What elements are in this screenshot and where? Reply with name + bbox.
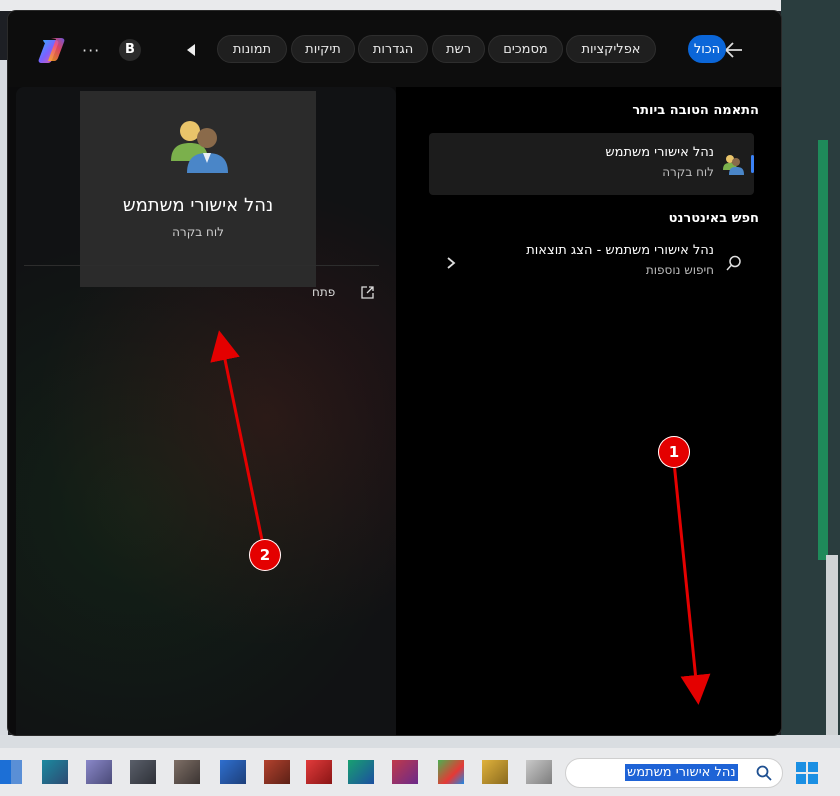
web-result-title: נהל אישורי משתמש - הצג תוצאות: [526, 243, 714, 258]
search-icon: [756, 765, 772, 781]
taskbar: נהל אישורי משתמש: [0, 748, 840, 796]
best-match-result[interactable]: נהל אישורי משתמש לוח בקרה: [429, 133, 754, 195]
desktop-background-bottom: [0, 735, 840, 748]
scroll-tabs-left-icon[interactable]: [184, 42, 198, 58]
preview-panel: נהל אישורי משתמש לוח בקרה פתח: [16, 87, 396, 735]
annotation-badge-1: 1: [658, 436, 690, 468]
taskbar-app-icon[interactable]: [86, 760, 112, 784]
tab-apps[interactable]: אפליקציות: [566, 35, 656, 63]
preview-subtitle: לוח בקרה: [172, 225, 224, 239]
copilot-logo-icon[interactable]: [37, 36, 69, 64]
desktop-scrollbar: [826, 555, 838, 735]
taskbar-app-icon[interactable]: [130, 760, 156, 784]
preview-card: נהל אישורי משתמש לוח בקרה: [80, 91, 316, 287]
taskbar-app-icon[interactable]: [306, 760, 332, 784]
tab-folders[interactable]: תיקיות: [291, 35, 355, 63]
taskbar-app-icon[interactable]: [264, 760, 290, 784]
selection-indicator: [751, 155, 754, 173]
taskbar-search-box[interactable]: נהל אישורי משתמש: [565, 758, 783, 788]
taskbar-app-icon[interactable]: [438, 760, 464, 784]
preview-divider: [24, 265, 379, 266]
best-match-subtitle: לוח בקרה: [662, 165, 714, 179]
tab-documents[interactable]: מסמכים: [488, 35, 563, 63]
desktop-background-left: [0, 60, 8, 750]
web-search-result[interactable]: נהל אישורי משתמש - הצג תוצאות חיפוש נוספ…: [429, 235, 754, 295]
filter-bar: הכול אפליקציות מסמכים רשת הגדרות תיקיות …: [8, 11, 781, 87]
open-external-icon[interactable]: [361, 286, 374, 299]
desktop-background-accent: [818, 140, 828, 560]
chevron-left-icon[interactable]: [445, 255, 457, 271]
taskbar-app-icon[interactable]: [174, 760, 200, 784]
taskbar-app-icon[interactable]: [0, 760, 22, 784]
taskbar-app-icon[interactable]: [220, 760, 246, 784]
annotation-badge-2: 2: [249, 539, 281, 571]
taskbar-app-icon[interactable]: [348, 760, 374, 784]
best-match-title: נהל אישורי משתמש: [605, 145, 714, 160]
more-options-icon[interactable]: ···: [82, 41, 100, 60]
profile-avatar[interactable]: B: [119, 39, 141, 61]
taskbar-app-icon[interactable]: [482, 760, 508, 784]
tab-settings[interactable]: הגדרות: [358, 35, 428, 63]
tab-photos[interactable]: תמונות: [217, 35, 287, 63]
search-icon: [726, 255, 741, 271]
tab-web[interactable]: רשת: [432, 35, 485, 63]
user-accounts-icon: [171, 121, 228, 173]
user-accounts-icon: [723, 155, 744, 175]
taskbar-app-icon[interactable]: [526, 760, 552, 784]
web-result-subtitle: חיפוש נוספות: [645, 263, 714, 277]
web-search-heading: חפש באינטרנט: [668, 211, 759, 226]
desktop-background-top: [0, 0, 781, 11]
windows-start-icon[interactable]: [796, 762, 818, 784]
windows-search-window: הכול אפליקציות מסמכים רשת הגדרות תיקיות …: [8, 11, 781, 735]
open-action[interactable]: פתח: [312, 285, 335, 299]
best-match-heading: התאמה הטובה ביותר: [632, 103, 759, 118]
taskbar-app-icon[interactable]: [42, 760, 68, 784]
results-panel: התאמה הטובה ביותר נהל אישורי משתמש לוח ב…: [396, 87, 781, 735]
taskbar-search-input[interactable]: נהל אישורי משתמש: [625, 764, 738, 781]
preview-title: נהל אישורי משתמש: [122, 195, 274, 216]
tab-all[interactable]: הכול: [688, 35, 726, 63]
taskbar-app-icon[interactable]: [392, 760, 418, 784]
